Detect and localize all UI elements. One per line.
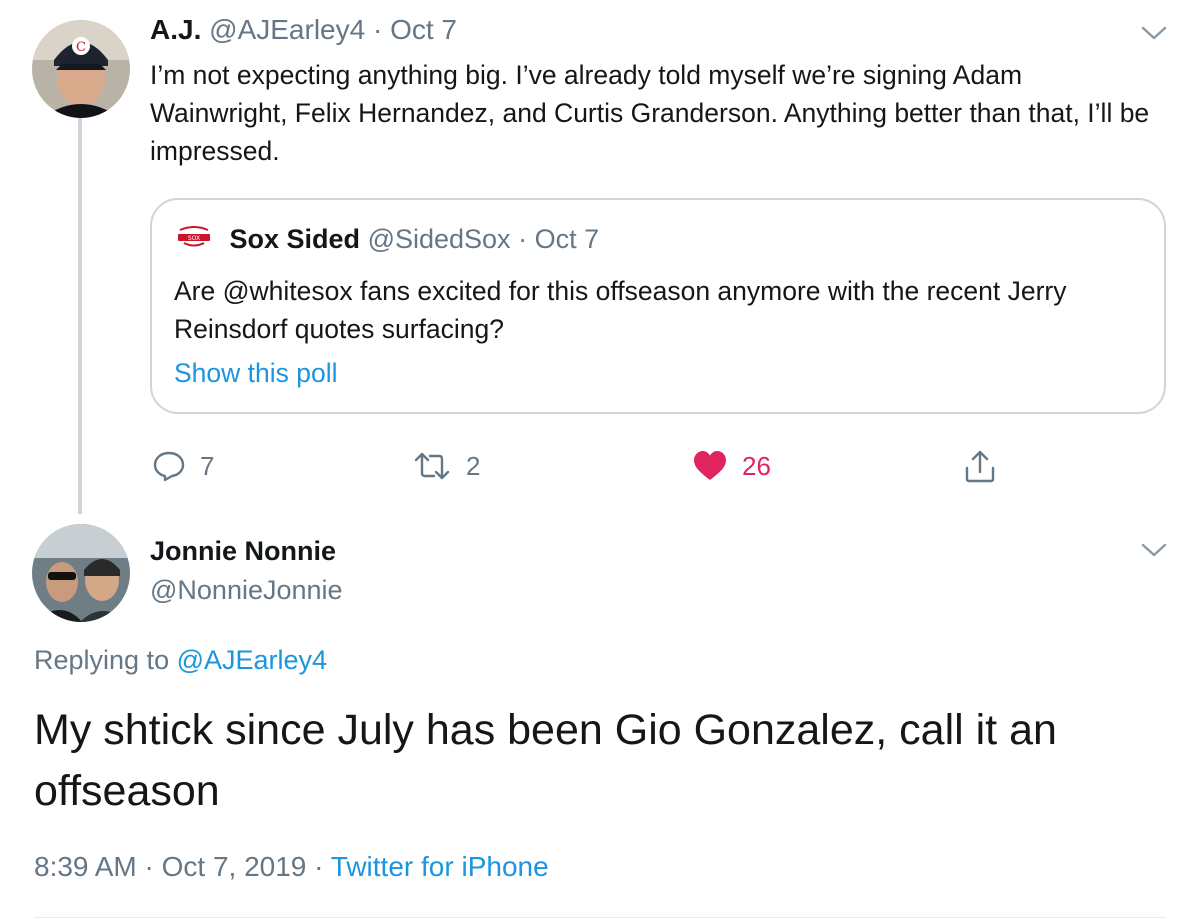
tweet2-separator-1: ·: [144, 851, 154, 882]
tweet2-display-name[interactable]: Jonnie Nonnie: [150, 536, 336, 567]
tweet1-header: A.J. @AJEarley4 · Oct 7: [150, 14, 457, 46]
retweet-button[interactable]: 2: [412, 448, 480, 484]
quoted-separator: ·: [518, 224, 528, 254]
show-poll-link[interactable]: Show this poll: [174, 358, 338, 389]
quoted-tweet-text: Are @whitesox fans excited for this offs…: [174, 276, 1067, 344]
reply-button[interactable]: 7: [152, 448, 214, 484]
avatar-aj[interactable]: C: [32, 20, 130, 118]
bottom-divider: [34, 917, 1166, 918]
svg-text:SOX: SOX: [188, 235, 200, 242]
replying-to-handle-link[interactable]: @AJEarley4: [177, 645, 327, 675]
tweet2-time[interactable]: 8:39 AM: [34, 851, 137, 882]
quoted-date[interactable]: Oct 7: [535, 224, 600, 254]
like-button[interactable]: 26: [692, 448, 771, 484]
tweet1-handle[interactable]: @AJEarley4: [209, 14, 365, 45]
share-button[interactable]: [962, 448, 1012, 484]
avatar-jonnie[interactable]: [32, 524, 130, 622]
tweet1-text: I’m not expecting anything big. I’ve alr…: [150, 60, 1150, 166]
tweet2-handle[interactable]: @NonnieJonnie: [150, 575, 343, 606]
tweet1-chevron-down-icon[interactable]: [1140, 24, 1168, 47]
heart-icon: [694, 451, 726, 480]
quoted-handle[interactable]: @SidedSox: [368, 224, 511, 254]
reply-icon: [153, 451, 185, 482]
thread-connector-line: [78, 118, 82, 514]
tweet1-date[interactable]: Oct 7: [390, 14, 457, 45]
like-count: 26: [742, 450, 771, 481]
sox-sided-logo-icon: SOX: [174, 224, 214, 257]
quoted-tweet-card[interactable]: SOX Sox Sided @SidedSox · Oct 7 Are @whi…: [150, 198, 1166, 414]
replying-to: Replying to @AJEarley4: [34, 645, 327, 676]
reply-count: 7: [200, 450, 215, 481]
tweet2-separator-2: ·: [314, 851, 324, 882]
tweet2-source-link[interactable]: Twitter for iPhone: [331, 851, 549, 882]
tweet1-display-name[interactable]: A.J.: [150, 14, 201, 45]
quoted-tweet-header: SOX Sox Sided @SidedSox · Oct 7: [174, 224, 599, 257]
tweet2-chevron-down-icon[interactable]: [1140, 541, 1168, 564]
quoted-display-name[interactable]: Sox Sided: [230, 224, 361, 254]
share-icon: [965, 450, 995, 483]
replying-to-label: Replying to: [34, 645, 170, 675]
retweet-count: 2: [466, 450, 481, 481]
tweet2-date[interactable]: Oct 7, 2019: [162, 851, 307, 882]
tweet1-separator: ·: [372, 14, 383, 45]
retweet-icon: [414, 452, 450, 480]
tweet2-text: My shtick since July has been Gio Gonzal…: [34, 706, 1057, 815]
svg-text:C: C: [76, 40, 86, 55]
tweet2-meta: 8:39 AM · Oct 7, 2019 · Twitter for iPho…: [34, 851, 549, 883]
